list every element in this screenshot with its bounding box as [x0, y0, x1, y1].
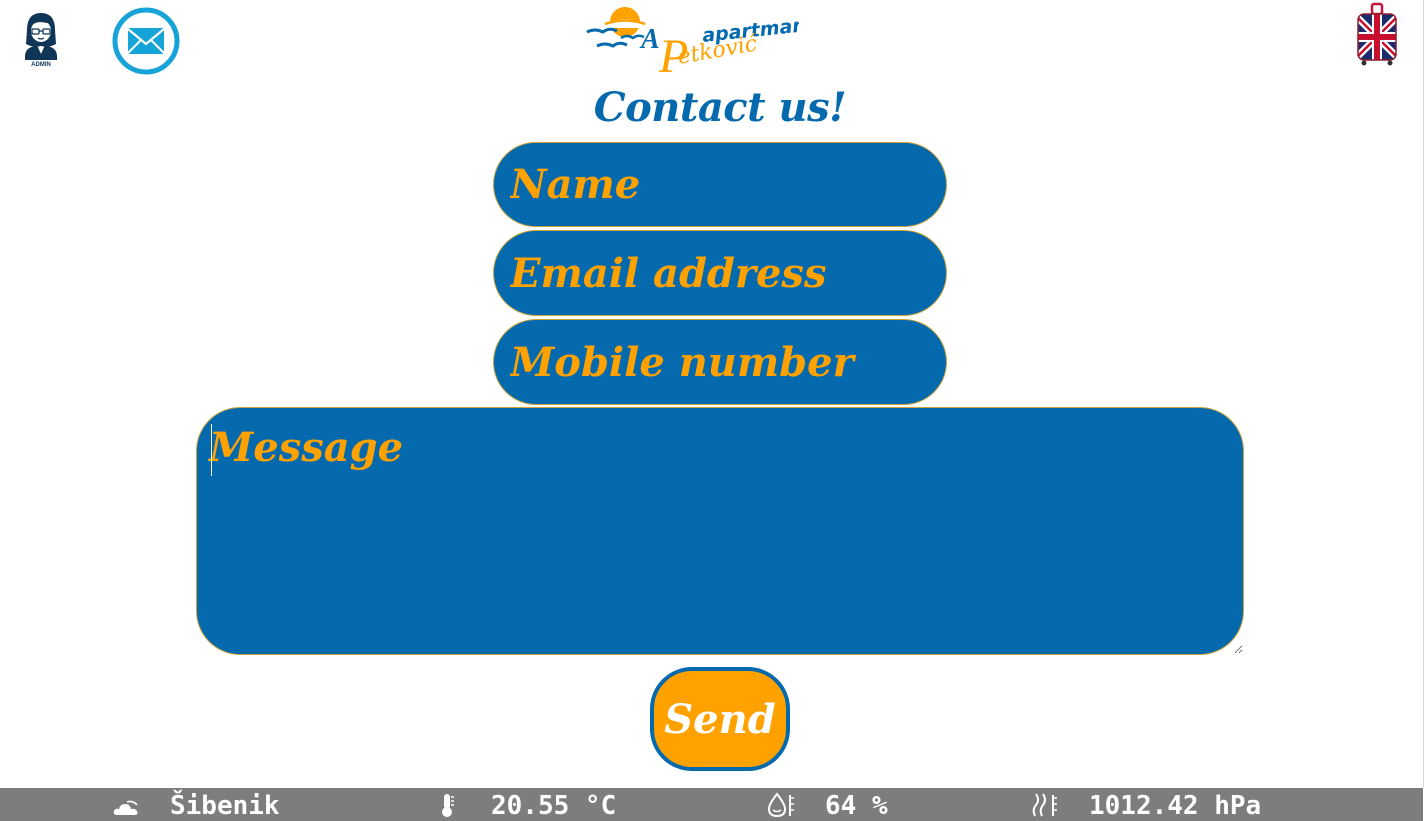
weather-humidity: 64 %: [825, 791, 888, 821]
uk-flag-suitcase-icon[interactable]: [1354, 2, 1400, 66]
send-button[interactable]: Send: [650, 667, 790, 771]
admin-icon[interactable]: ADMIN: [19, 10, 63, 68]
contact-page: ADMIN A P apartmani etković Contact us! …: [0, 0, 1426, 821]
name-input[interactable]: [493, 142, 947, 227]
weather-pressure: 1012.42 hPa: [1089, 791, 1262, 821]
logo-letter-a: A: [639, 24, 660, 55]
weather-temperature: 20.55 °C: [491, 791, 617, 821]
humidity-icon: [766, 792, 796, 821]
message-textarea[interactable]: [196, 407, 1244, 655]
text-caret: [211, 424, 212, 476]
mobile-input[interactable]: [493, 319, 947, 405]
weather-city: Šibenik: [170, 791, 280, 821]
pressure-icon: [1031, 792, 1061, 821]
thermometer-icon: [439, 792, 455, 821]
email-input[interactable]: [493, 230, 947, 316]
page-edge-divider: [1423, 0, 1424, 788]
cloud-icon: [113, 795, 141, 821]
envelope-icon[interactable]: [111, 6, 181, 76]
site-logo[interactable]: A P apartmani etković: [583, 0, 814, 83]
weather-bar: Šibenik 20.55 °C 64 % 1012.42 hPa: [0, 788, 1423, 821]
admin-label: ADMIN: [31, 62, 51, 68]
page-title: Contact us!: [593, 84, 847, 131]
